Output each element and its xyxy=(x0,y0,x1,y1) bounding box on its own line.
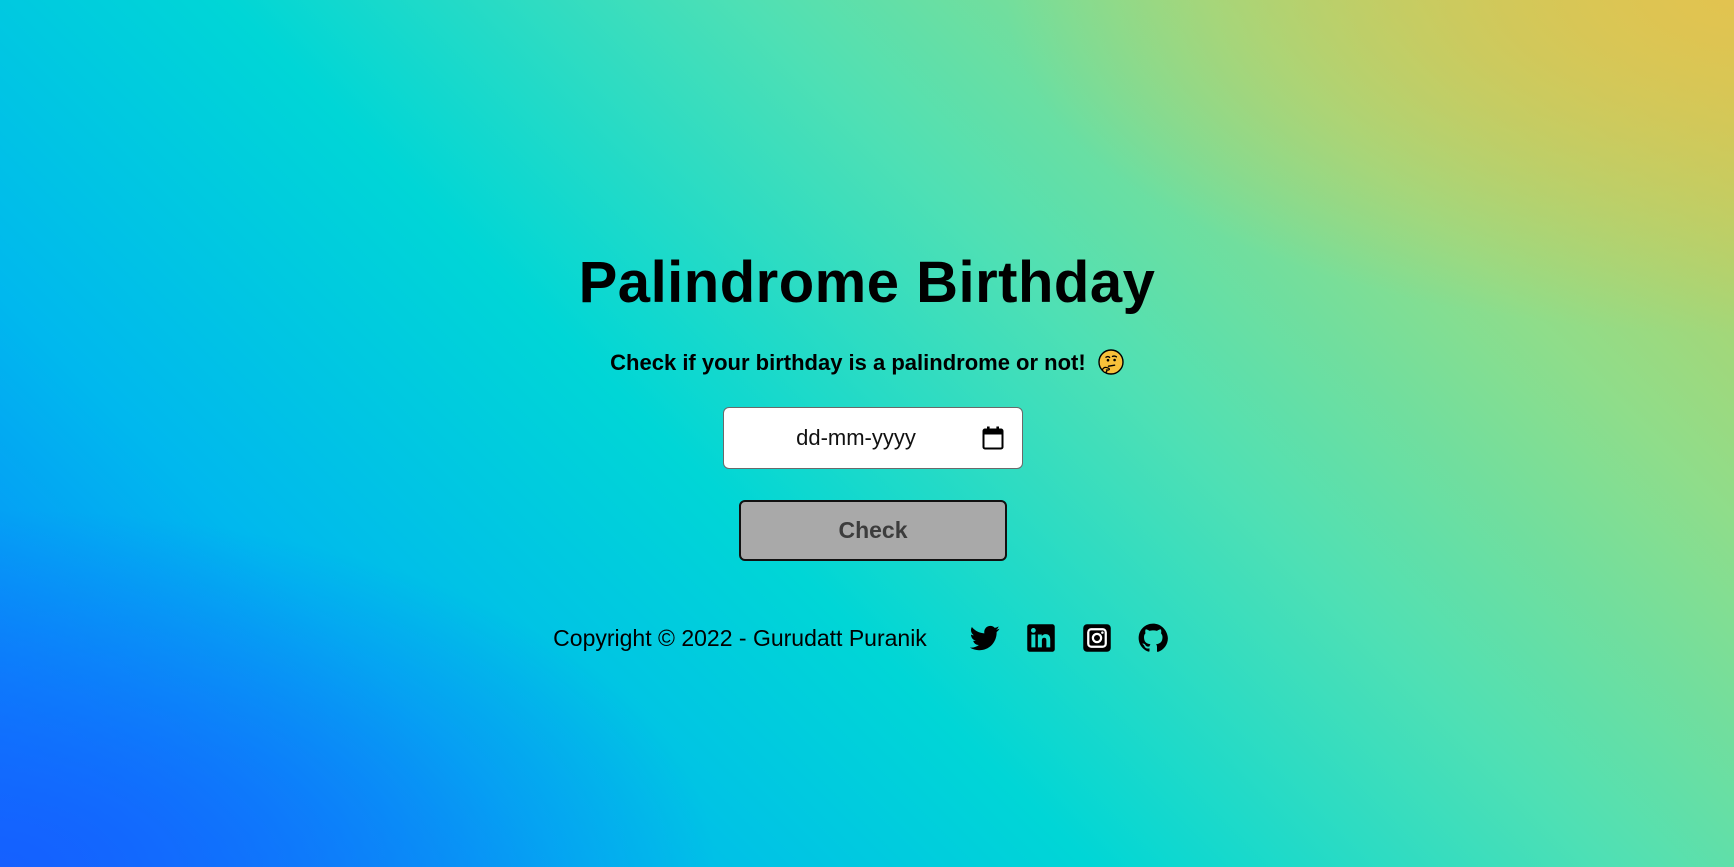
thinking-face-emoji-icon xyxy=(1098,349,1124,375)
github-icon xyxy=(1138,623,1168,652)
twitter-icon xyxy=(969,625,1000,651)
footer: Copyright © 2022 - Gurudatt Puranik xyxy=(0,620,1734,656)
linkedin-icon xyxy=(1027,624,1055,652)
check-button[interactable]: Check xyxy=(739,500,1007,561)
linkedin-link[interactable] xyxy=(1025,622,1057,654)
page-root: Palindrome Birthday Check if your birthd… xyxy=(0,0,1734,867)
calendar-icon[interactable] xyxy=(982,426,1004,450)
date-input[interactable] xyxy=(744,424,968,452)
subtitle-text: Check if your birthday is a palindrome o… xyxy=(610,350,1086,375)
twitter-link[interactable] xyxy=(969,622,1001,654)
github-link[interactable] xyxy=(1137,622,1169,654)
copyright-text: Copyright © 2022 - Gurudatt Puranik xyxy=(553,625,927,651)
instagram-link[interactable] xyxy=(1081,622,1113,654)
date-picker[interactable] xyxy=(723,407,1023,469)
page-title: Palindrome Birthday xyxy=(578,250,1156,315)
instagram-icon xyxy=(1083,624,1111,652)
page-subtitle: Check if your birthday is a palindrome o… xyxy=(0,348,1734,378)
